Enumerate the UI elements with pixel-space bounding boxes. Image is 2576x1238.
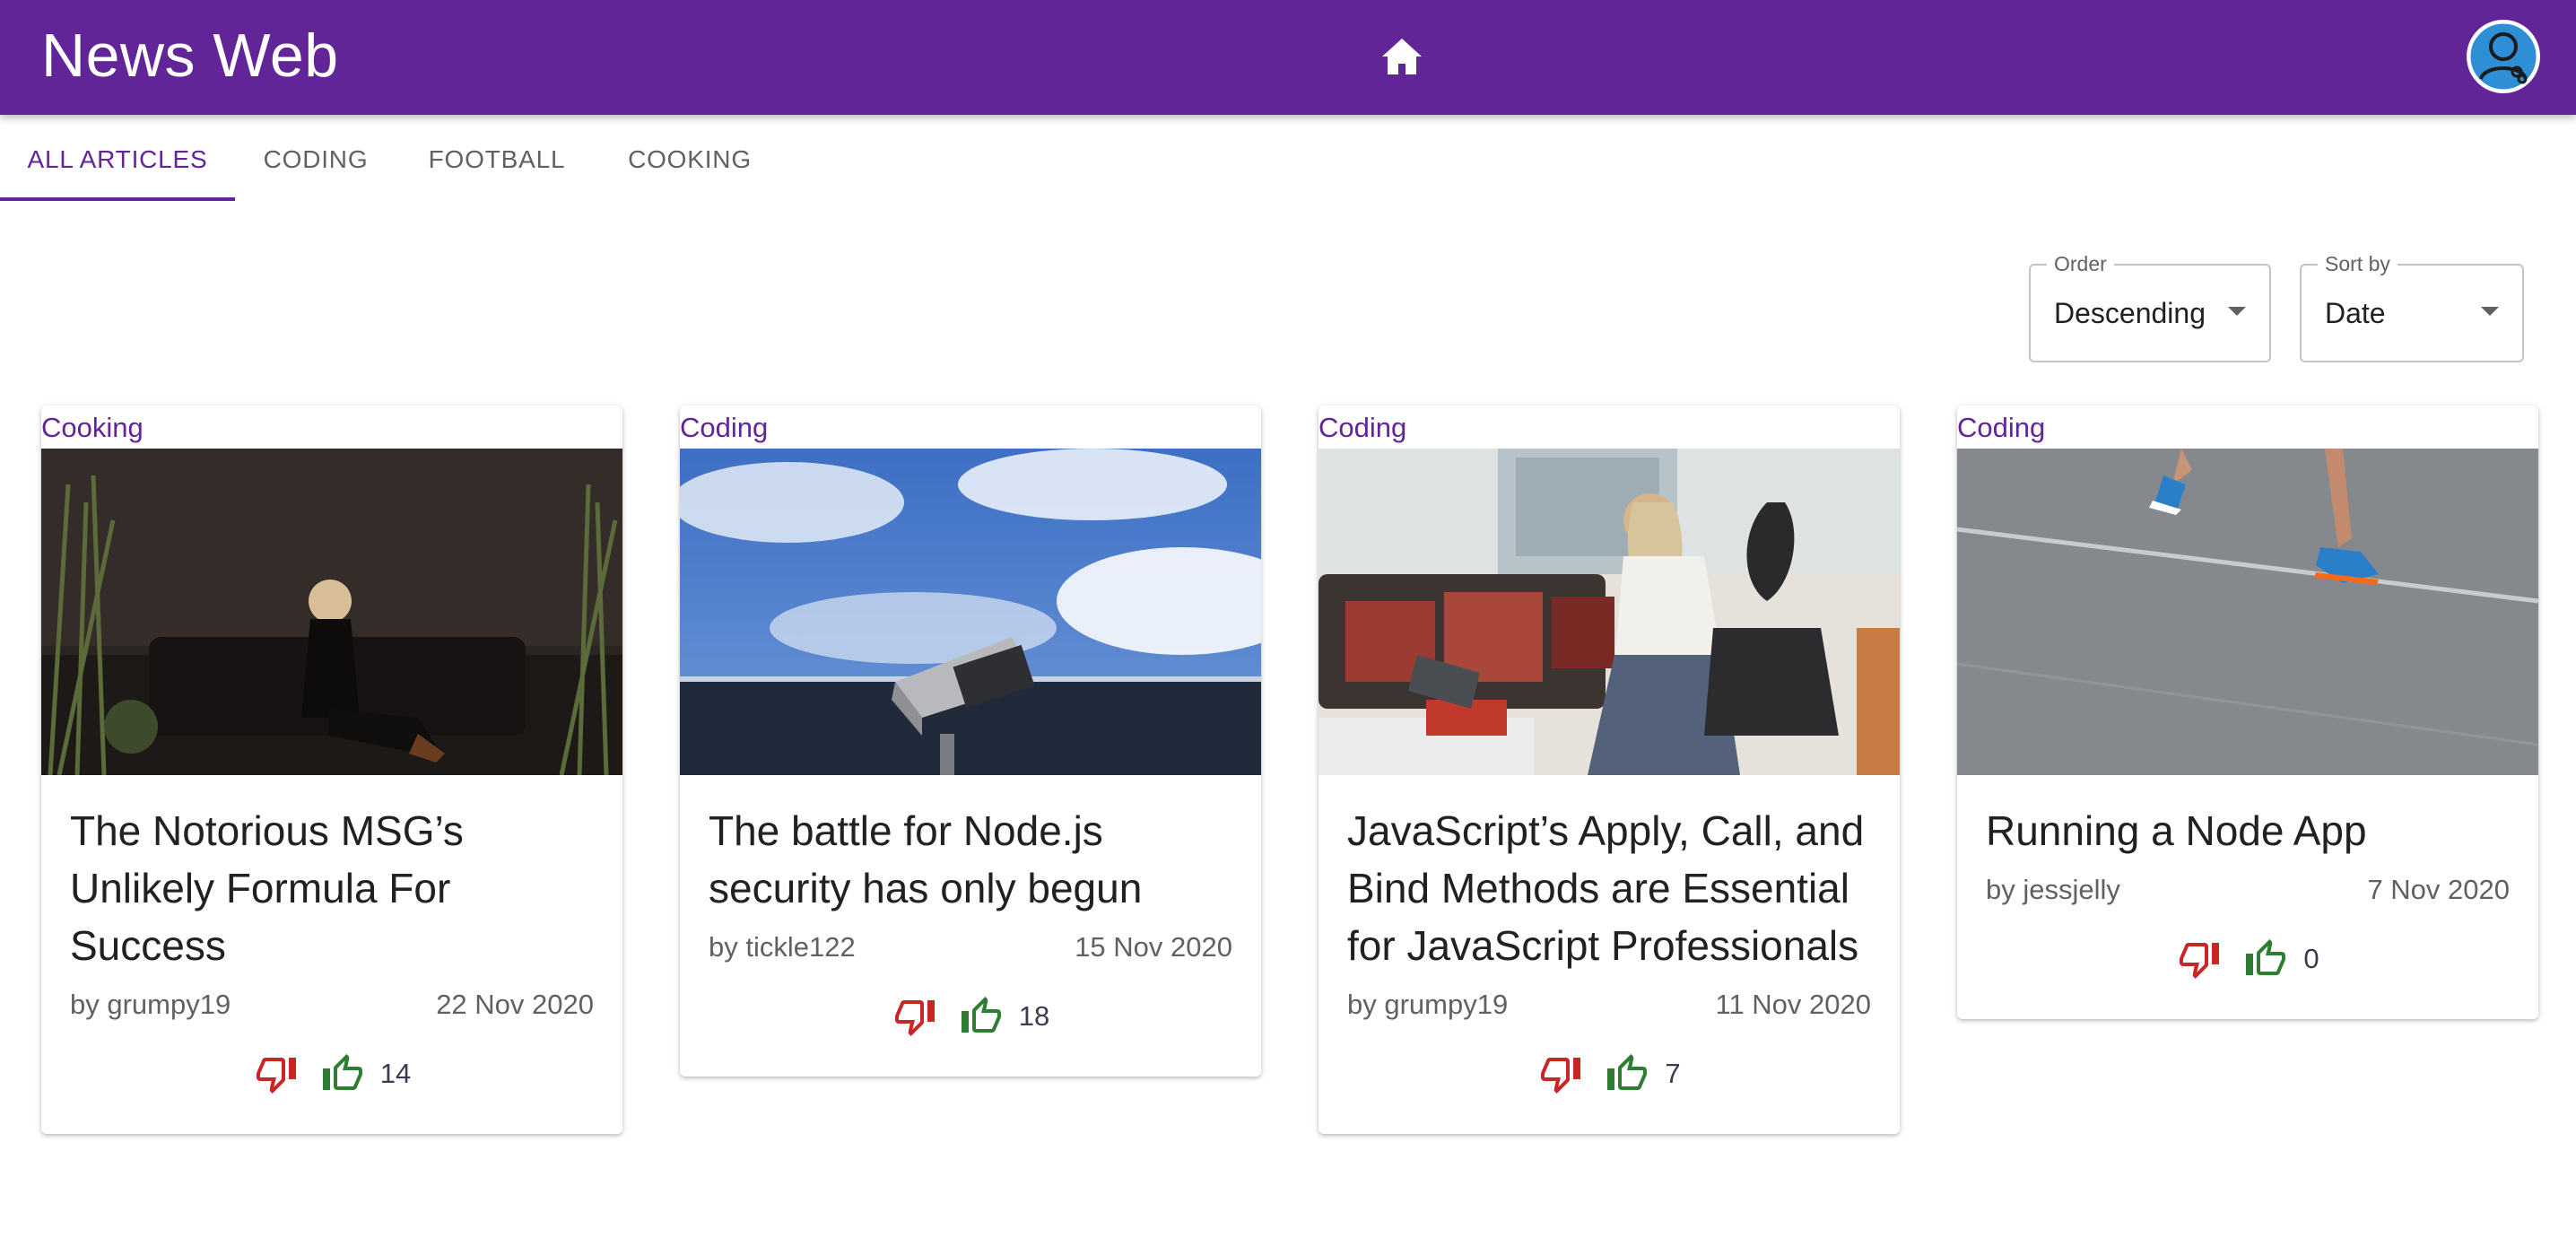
tab-coding[interactable]: CODING <box>235 118 396 201</box>
thumb-up-icon <box>1607 1054 1648 1090</box>
tab-football[interactable]: FOOTBALL <box>396 118 597 201</box>
article-date: 15 Nov 2020 <box>1075 931 1232 963</box>
sort-value: Date <box>2325 297 2386 329</box>
home-button[interactable] <box>1378 32 1426 81</box>
article-author: by grumpy19 <box>70 989 231 1020</box>
article-author: by grumpy19 <box>1347 989 1509 1020</box>
article-image[interactable] <box>41 449 622 775</box>
article-author: by tickle122 <box>709 931 856 963</box>
article-card: Cooking The Notorious MSG’s Unlikely For… <box>41 405 622 1134</box>
sort-select[interactable]: Sort by Date <box>2300 251 2524 362</box>
thumb-down-icon <box>2180 943 2220 979</box>
vote-count: 14 <box>379 1058 412 1089</box>
thumb-down-icon <box>894 1000 935 1036</box>
upvote-button[interactable] <box>958 993 1005 1040</box>
article-topic-link[interactable]: Coding <box>1318 405 1900 449</box>
downvote-button[interactable] <box>253 1051 300 1097</box>
vote-count: 7 <box>1665 1058 1681 1089</box>
downvote-button[interactable] <box>2176 936 2223 982</box>
tab-cooking[interactable]: COOKING <box>597 118 782 201</box>
order-value: Descending <box>2054 297 2206 329</box>
vote-bar: 18 <box>680 963 1261 1077</box>
thumb-down-icon <box>1541 1058 1581 1094</box>
upvote-button[interactable] <box>2242 936 2289 982</box>
article-topic-link[interactable]: Coding <box>680 405 1261 449</box>
thumb-up-icon <box>2246 939 2286 975</box>
upvote-button[interactable] <box>1604 1051 1650 1097</box>
article-author: by jessjelly <box>1986 874 2120 905</box>
article-topic-link[interactable]: Cooking <box>41 405 622 449</box>
article-card: Coding Running a Node App by jessjelly 7… <box>1957 405 2538 1019</box>
topic-tabs: ALL ARTICLES CODING FOOTBALL COOKING <box>0 118 782 201</box>
article-date: 7 Nov 2020 <box>2367 874 2510 905</box>
thumb-down-icon <box>256 1058 296 1094</box>
article-image[interactable] <box>1957 449 2538 775</box>
article-title[interactable]: Running a Node App <box>1986 802 2510 859</box>
article-title[interactable]: The battle for Node.js security has only… <box>709 802 1232 917</box>
article-card: Coding The battle for Node.js security h… <box>680 405 1261 1077</box>
article-image[interactable] <box>1318 449 1900 775</box>
order-dropdown-arrow-icon <box>2228 307 2246 316</box>
upvote-button[interactable] <box>319 1051 366 1097</box>
thumb-up-icon <box>961 997 1001 1033</box>
user-avatar[interactable] <box>2467 20 2540 93</box>
thumb-up-icon <box>322 1054 362 1090</box>
avatar-image <box>2467 21 2539 92</box>
downvote-button[interactable] <box>1537 1051 1584 1097</box>
home-icon <box>1382 39 1422 74</box>
article-date: 11 Nov 2020 <box>1715 989 1872 1020</box>
vote-bar: 7 <box>1318 1021 1900 1134</box>
article-image[interactable] <box>680 449 1261 775</box>
vote-count: 0 <box>2303 943 2319 974</box>
article-card: Coding JavaScript’s Apply, Call, and Bin… <box>1318 405 1900 1134</box>
article-date: 22 Nov 2020 <box>436 989 594 1020</box>
vote-bar: 14 <box>41 1021 622 1134</box>
app-bar: News Web <box>0 0 2576 115</box>
sort-dropdown-arrow-icon <box>2481 307 2499 316</box>
tab-all-articles[interactable]: ALL ARTICLES <box>0 118 235 201</box>
vote-bar: 0 <box>1957 906 2538 1019</box>
order-select[interactable]: Order Descending <box>2029 251 2271 362</box>
downvote-button[interactable] <box>892 993 938 1040</box>
app-title[interactable]: News Web <box>41 0 339 111</box>
vote-count: 18 <box>1018 1000 1050 1032</box>
article-title[interactable]: The Notorious MSG’s Unlikely Formula For… <box>70 802 594 974</box>
article-title[interactable]: JavaScript’s Apply, Call, and Bind Metho… <box>1347 802 1871 974</box>
article-topic-link[interactable]: Coding <box>1957 405 2538 449</box>
